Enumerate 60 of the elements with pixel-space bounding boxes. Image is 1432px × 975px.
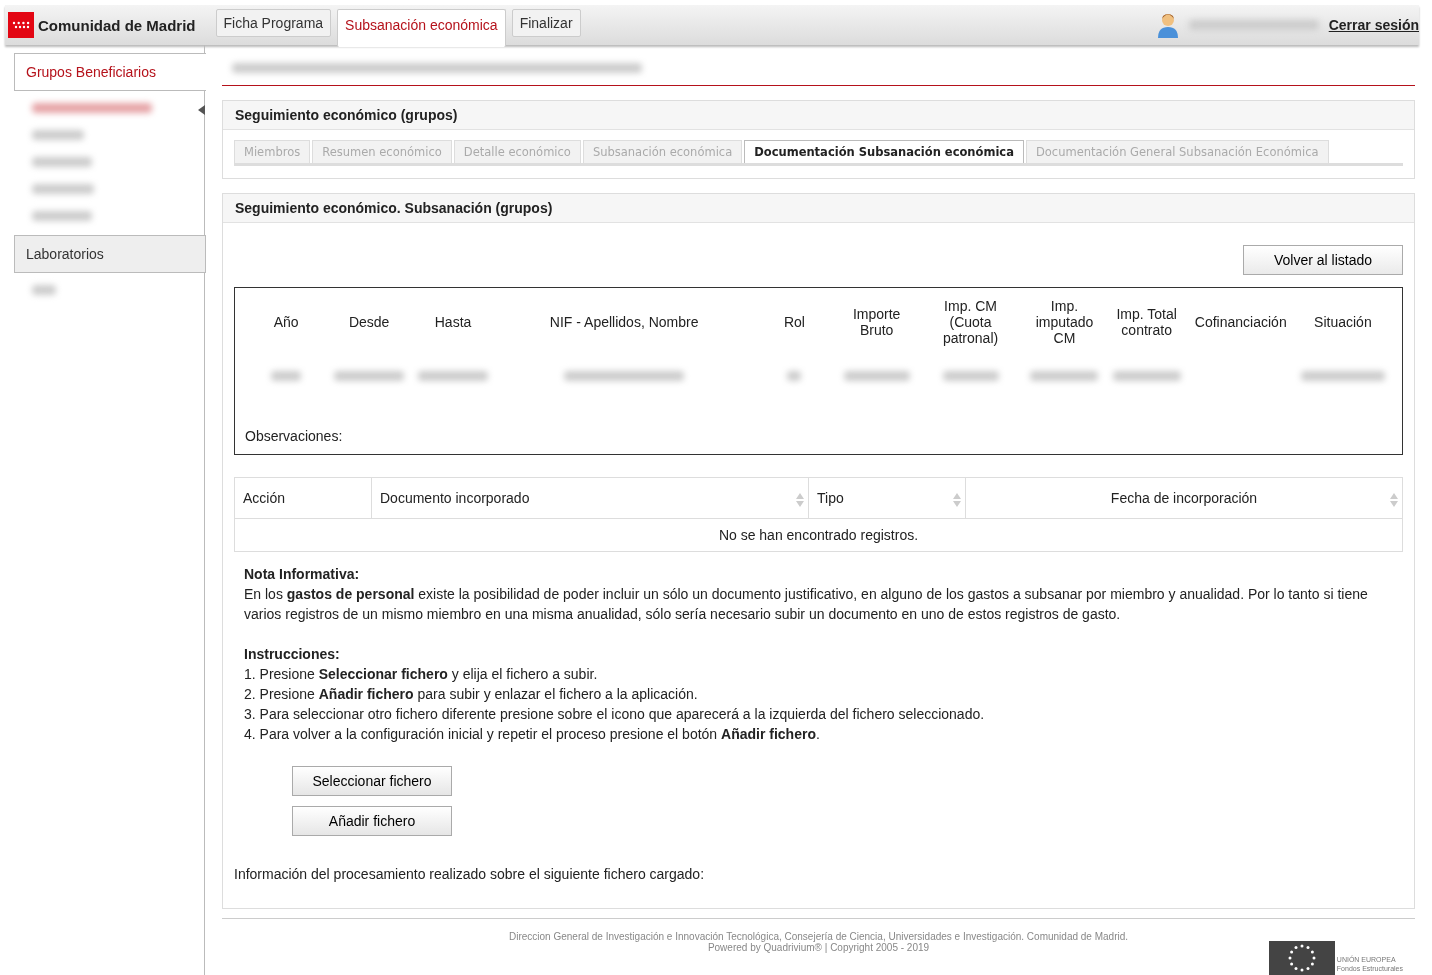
instruction-step: 2. Presione Añadir fichero para subir y enlazar el fichero a la aplicación. [244, 684, 1393, 704]
blurred-item[interactable] [32, 285, 56, 295]
footer-text: Powered by Quadrivium® | Copyright 2005 - 2019 [707, 942, 930, 953]
user-icon [1156, 12, 1179, 38]
observations-label: Observaciones: [245, 428, 344, 444]
column-header: Situación [1313, 313, 1373, 332]
brand-name: Comunidad de Madrid [38, 16, 196, 34]
blurred-cell [1112, 371, 1181, 381]
sort-icon[interactable] [796, 493, 804, 507]
column-header[interactable]: Tipo [808, 478, 966, 519]
footer-text: Direccion General de Investigación e Innovación Tecnológica, Consejería de Ciencia, Universidades e Investigación. Comunidad de Madrid. [508, 931, 1129, 942]
note-heading: Nota Informativa: [244, 565, 361, 584]
blurred-cell [843, 371, 910, 381]
sidebar-section[interactable]: Grupos Beneficiarios [14, 53, 206, 91]
logout-link[interactable]: Cerrar sesión [1328, 17, 1419, 33]
blurred-cell [271, 371, 302, 381]
processing-info: Información del procesamiento realizado sobre el siguiente fichero cargado: [234, 866, 706, 882]
blurred-item[interactable] [32, 211, 92, 221]
collapse-caret-icon[interactable] [198, 105, 205, 115]
instruction-step: 4. Para volver a la configuración inicial y repetir el proceso presione el botón Añadir fichero. [244, 724, 1393, 744]
sidebar-section[interactable]: Laboratorios [14, 235, 206, 273]
nav-tab[interactable]: Ficha Programa [215, 9, 332, 37]
empty-message: No se han encontrado registros. [235, 518, 1402, 551]
instructions-heading: Instrucciones: [244, 645, 341, 664]
column-header: Rol [782, 313, 806, 332]
back-button[interactable]: Volver al listado [1242, 245, 1403, 275]
file-button[interactable]: Añadir fichero [292, 806, 452, 836]
column-header: NIF - Apellidos, Nombre [548, 313, 700, 332]
blurred-item[interactable] [32, 157, 92, 167]
instruction-step: 3. Para seleccionar otro fichero diferente presione sobre el icono que aparecerá a la izquierda del fichero seleccionado. [244, 704, 1393, 724]
blurred-cell [334, 371, 405, 381]
sort-icon[interactable] [953, 493, 961, 507]
blurred-item[interactable] [32, 184, 94, 194]
column-header: Imp. CM (Cuota patronal) [941, 298, 1000, 346]
blurred-item[interactable] [32, 130, 84, 140]
instruction-step: 1. Presione Seleccionar fichero y elija el fichero a subir. [244, 664, 1393, 684]
nav-tab[interactable]: Finalizar [511, 9, 581, 37]
sort-icon[interactable] [1390, 493, 1398, 507]
column-header: Acción [235, 478, 372, 519]
panel-title: Seguimiento económico. Subsanación (grupos) [223, 194, 1414, 223]
column-header: Importe Bruto [851, 305, 902, 340]
column-header: Desde [347, 313, 391, 332]
column-header: Imp. imputado CM [1034, 298, 1095, 346]
sub-tab[interactable]: Documentación Subsanación económica [744, 140, 1024, 163]
blurred-cell [787, 371, 802, 381]
blurred-cell [1030, 371, 1099, 381]
column-header: Cofinanciación [1193, 313, 1288, 332]
column-header: Año [272, 313, 300, 332]
column-header: Hasta [433, 313, 473, 332]
column-header[interactable]: Fecha de incorporación [965, 478, 1402, 519]
note-text: En los gastos de personal existe la posibilidad de poder incluir un sólo un documento justificativo, en alguno de los gastos a subsanar por miembro y anualidad. Por lo tanto si tiene varios registros de un mismo miembro en una misma anualidad, sólo sería necesario subir un documento en uno de estos registros de gasto. [244, 585, 1369, 624]
blurred-item[interactable] [32, 103, 152, 113]
column-header[interactable]: Documento incorporado [371, 478, 809, 519]
logo-icon [8, 12, 34, 38]
file-button[interactable]: Seleccionar fichero [292, 766, 452, 796]
panel-title: Seguimiento económico (grupos) [223, 101, 1414, 130]
blurred-cell [942, 371, 999, 381]
nav-tab[interactable]: Subsanación económica [337, 9, 506, 47]
blurred-cell [418, 371, 489, 381]
column-header: Imp. Total contrato [1115, 305, 1178, 340]
